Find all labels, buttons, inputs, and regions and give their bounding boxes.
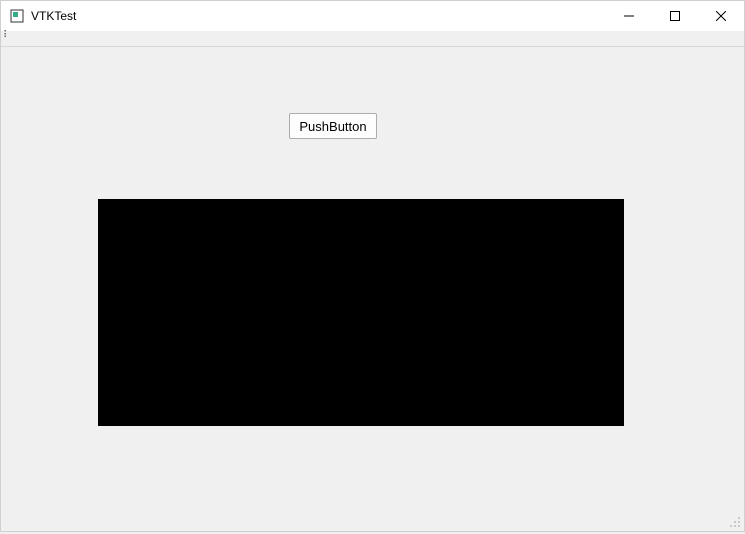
vtk-render-widget[interactable] (98, 199, 624, 426)
client-area: PushButton (1, 47, 744, 531)
push-button-label: PushButton (299, 119, 366, 134)
maximize-button[interactable] (652, 1, 698, 31)
titlebar[interactable]: VTKTest (1, 1, 744, 31)
push-button[interactable]: PushButton (289, 113, 377, 139)
resize-grip[interactable] (726, 513, 742, 529)
toolbar-strip: ⠇ (1, 31, 744, 47)
app-window: VTKTest ⠇ PushButton (0, 0, 745, 532)
app-icon (9, 8, 25, 24)
close-button[interactable] (698, 1, 744, 31)
toolbar-handle-icon: ⠇ (3, 30, 10, 41)
window-title: VTKTest (31, 9, 76, 23)
window-controls (606, 1, 744, 31)
minimize-button[interactable] (606, 1, 652, 31)
